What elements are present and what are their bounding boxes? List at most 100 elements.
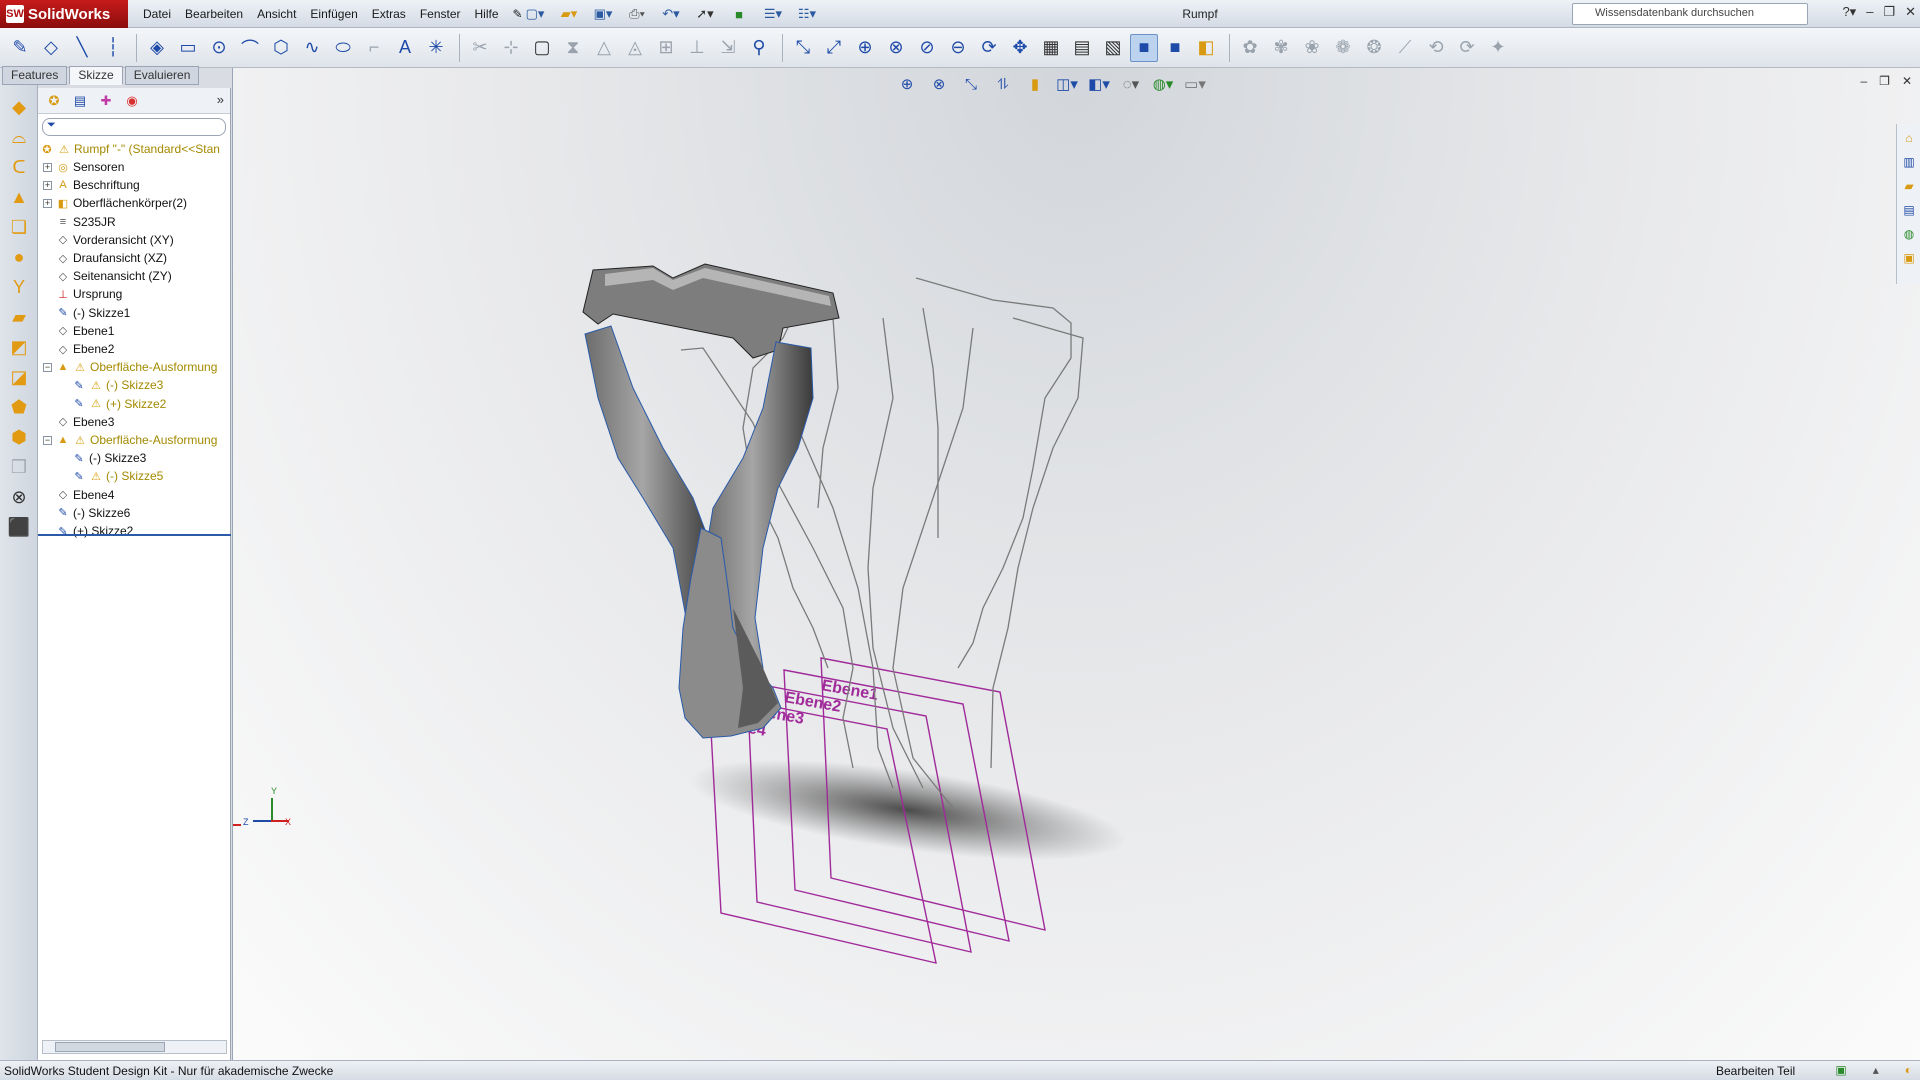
tree-item[interactable]: ◎ Sensoren bbox=[56, 158, 124, 176]
undercut-icon[interactable]: ❁ bbox=[1329, 34, 1357, 62]
tree-item[interactable]: ✎ (-) Skizze3 bbox=[72, 449, 146, 467]
undo-icon[interactable]: ↶▾ bbox=[656, 4, 686, 24]
tree-root-part[interactable]: ✪ ⚠ Rumpf "-" (Standard<<Stan bbox=[40, 140, 220, 158]
tab-features[interactable]: Features bbox=[2, 66, 68, 85]
expand-toggle[interactable]: + bbox=[43, 163, 52, 172]
smart-dimension-icon[interactable]: ◇ bbox=[37, 34, 65, 62]
trim-icon[interactable]: ✂ bbox=[466, 34, 494, 62]
configurationmanager-tab-icon[interactable]: ✚ bbox=[96, 91, 116, 111]
tree-item[interactable]: A Beschriftung bbox=[56, 176, 139, 194]
curvature-icon[interactable]: ✿ bbox=[1236, 34, 1264, 62]
measure-icon[interactable]: ⟋ bbox=[1391, 34, 1419, 62]
menu-fenster[interactable]: Fenster bbox=[413, 7, 468, 21]
menu-einfuegen[interactable]: Einfügen bbox=[303, 7, 364, 21]
tree-item[interactable]: ◧ Oberflächenkörper(2) bbox=[56, 194, 187, 212]
convert-entities-icon[interactable]: ⊹ bbox=[497, 34, 525, 62]
sketch-icon[interactable]: ✎ bbox=[6, 34, 34, 62]
loft-icon[interactable]: ▲ bbox=[5, 184, 33, 210]
tree-item[interactable]: ◇ Ebene1 bbox=[56, 322, 115, 340]
graphics-area[interactable]: ⊕ ⊗ ⤡ ⥮ ▮ ◫▾ ◧▾ ◌▾ ◍▾ ▭▾ – ❐ ✕ ⌂ ▥ ▰ ▤ ◍… bbox=[232, 68, 1920, 1060]
delete-face-icon[interactable]: ⊗ bbox=[5, 484, 33, 510]
menu-datei[interactable]: Datei bbox=[136, 7, 178, 21]
rebuild-icon[interactable]: ■ bbox=[724, 4, 754, 24]
tree-item[interactable]: ✎ (-) Skizze6 bbox=[56, 504, 130, 522]
expand-toggle[interactable]: + bbox=[43, 199, 52, 209]
dome-icon[interactable]: ● bbox=[5, 244, 33, 270]
fill-surface-icon[interactable]: ◪ bbox=[5, 364, 33, 390]
draft-analysis-icon[interactable]: ❀ bbox=[1298, 34, 1326, 62]
tree-item[interactable]: ✎ ⚠ (-) Skizze3 bbox=[72, 376, 163, 394]
zebra-stripes-icon[interactable]: ✾ bbox=[1267, 34, 1295, 62]
surface-bodies[interactable] bbox=[582, 263, 840, 739]
tree-item[interactable]: ✎ ⚠ (+) Skizze2 bbox=[72, 395, 166, 413]
hidden-lines-icon[interactable]: ▧ bbox=[1099, 34, 1127, 62]
tree-filter-input[interactable]: ⏷ bbox=[42, 118, 226, 136]
expand-toggle[interactable]: + bbox=[43, 181, 52, 191]
quick-tips-icon[interactable]: ◐ bbox=[1905, 1063, 1912, 1077]
mirror-icon[interactable]: ⧗ bbox=[559, 34, 587, 62]
restore-button[interactable]: ❐ bbox=[1883, 4, 1895, 20]
centerline-icon[interactable]: ┆ bbox=[99, 34, 127, 62]
sweep-icon[interactable]: ᑕ bbox=[5, 154, 33, 180]
tree-horizontal-scrollbar[interactable] bbox=[42, 1040, 227, 1054]
tab-skizze[interactable]: Skizze bbox=[69, 66, 123, 85]
minimize-button[interactable]: – bbox=[1866, 4, 1873, 20]
tree-item[interactable]: ✎ ⚠ (-) Skizze5 bbox=[72, 467, 163, 485]
thicken-icon[interactable]: ❒ bbox=[5, 454, 33, 480]
wireframe-icon[interactable]: ▤ bbox=[1068, 34, 1096, 62]
tree-item[interactable]: ✎ (+) Skizze2 bbox=[56, 522, 133, 540]
fillet-icon[interactable]: ⌐ bbox=[360, 34, 388, 62]
polygon-icon[interactable]: ⬡ bbox=[267, 34, 295, 62]
menu-extras[interactable]: Extras bbox=[365, 7, 413, 21]
deviation-icon[interactable]: ✦ bbox=[1484, 34, 1512, 62]
display-manager-tab-icon[interactable]: ◉ bbox=[122, 91, 142, 111]
open-folder-icon[interactable]: ▰▾ bbox=[554, 4, 584, 24]
spline-icon[interactable]: ∿ bbox=[298, 34, 326, 62]
pan-icon[interactable]: ✥ bbox=[1006, 34, 1034, 62]
repair-sketch-icon[interactable]: ⇲ bbox=[714, 34, 742, 62]
save-icon[interactable]: ▣▾ bbox=[588, 4, 618, 24]
tab-evaluieren[interactable]: Evaluieren bbox=[124, 66, 200, 85]
zoom-in-out-icon[interactable]: ⊖ bbox=[944, 34, 972, 62]
instant-2d-icon[interactable]: ⤢ bbox=[820, 34, 848, 62]
revolve-icon[interactable]: ⌓ bbox=[5, 124, 33, 150]
collapse-toggle[interactable]: − bbox=[43, 363, 52, 373]
planar-surface-icon[interactable]: ▰ bbox=[5, 304, 33, 330]
rectangle-icon[interactable]: ◈ bbox=[143, 34, 171, 62]
menu-ansicht[interactable]: Ansicht bbox=[250, 7, 303, 21]
solidworks-logo[interactable]: SW SolidWorks bbox=[0, 0, 128, 28]
tree-item[interactable]: ◇ Ebene4 bbox=[56, 486, 115, 504]
shaded-with-edges-icon[interactable]: ■ bbox=[1130, 33, 1158, 62]
rebuild-status-icon[interactable]: ▣ bbox=[1835, 1063, 1846, 1077]
view-orientation-icon[interactable]: ▦ bbox=[1037, 34, 1065, 62]
menu-bearbeiten[interactable]: Bearbeiten bbox=[178, 7, 250, 21]
print-icon[interactable]: ⎙▾ bbox=[622, 4, 652, 24]
point-icon[interactable]: ✳ bbox=[422, 34, 450, 62]
menu-hilfe[interactable]: Hilfe bbox=[468, 7, 506, 21]
section-view-icon[interactable]: ◧ bbox=[1192, 34, 1220, 62]
tree-item[interactable]: ◇ Ebene3 bbox=[56, 413, 115, 431]
quick-snaps-icon[interactable]: ⚲ bbox=[745, 34, 773, 62]
slot-icon[interactable]: ▭ bbox=[174, 34, 202, 62]
shaded-icon[interactable]: ■ bbox=[1161, 34, 1189, 62]
tree-item[interactable]: ◇ Vorderansicht (XY) bbox=[56, 231, 174, 249]
parting-line-icon[interactable]: ❂ bbox=[1360, 34, 1388, 62]
scrollbar-thumb[interactable] bbox=[55, 1042, 165, 1052]
rapid-sketch-icon[interactable]: ⤡ bbox=[789, 34, 817, 62]
help-icon[interactable]: ?▾ bbox=[1842, 4, 1856, 20]
shell-icon[interactable]: ❏ bbox=[5, 214, 33, 240]
rollback-bar[interactable] bbox=[38, 534, 231, 536]
box-icon[interactable]: ⬛ bbox=[5, 514, 33, 540]
zoom-area-icon[interactable]: ⊗ bbox=[882, 34, 910, 62]
rib-icon[interactable]: Y bbox=[5, 274, 33, 300]
propertymanager-tab-icon[interactable]: ▤ bbox=[70, 91, 90, 111]
check-icon[interactable]: ⟳ bbox=[1453, 34, 1481, 62]
ellipse-icon[interactable]: ⬭ bbox=[329, 34, 357, 62]
featuremanager-tab-icon[interactable]: ✪ bbox=[44, 91, 64, 111]
collapse-toggle[interactable]: − bbox=[43, 436, 52, 445]
extruded-boss-icon[interactable]: ◆ bbox=[5, 94, 33, 120]
zoom-to-fit-icon[interactable]: ⊕ bbox=[851, 34, 879, 62]
tree-item[interactable]: ✎ (-) Skizze1 bbox=[56, 304, 130, 322]
options-icon[interactable]: ☷▾ bbox=[792, 4, 822, 24]
line-icon[interactable]: ╲ bbox=[68, 34, 96, 62]
